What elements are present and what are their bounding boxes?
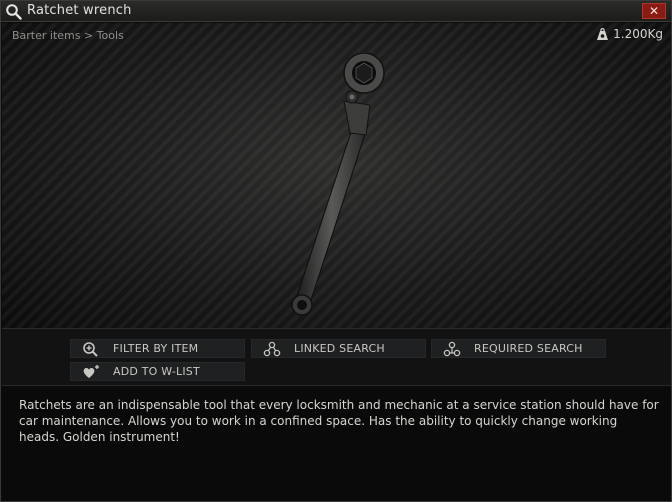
linked-nodes-icon	[263, 341, 281, 356]
title-bar[interactable]: Ratchet wrench ✕	[1, 1, 671, 22]
required-search-label: REQUIRED SEARCH	[474, 342, 583, 355]
window-title: Ratchet wrench	[27, 3, 132, 18]
linked-search-label: LINKED SEARCH	[294, 342, 385, 355]
magnifier-plus-icon	[83, 341, 98, 357]
add-to-wishlist-label: ADD TO W-LIST	[113, 365, 200, 378]
weight-icon	[597, 27, 609, 40]
item-preview: Barter items > Tools 1.200Kg	[2, 23, 671, 328]
item-inspect-window: Ratchet wrench ✕ Barter items > Tools 1.…	[0, 0, 672, 502]
add-to-wishlist-button[interactable]: ADD TO W-LIST	[70, 362, 245, 381]
filter-by-item-button[interactable]: FILTER BY ITEM	[70, 339, 245, 358]
required-nodes-icon	[443, 341, 461, 356]
item-weight: 1.200Kg	[596, 27, 663, 41]
heart-plus-icon	[83, 364, 99, 378]
required-search-button[interactable]: REQUIRED SEARCH	[431, 339, 606, 358]
linked-search-button[interactable]: LINKED SEARCH	[251, 339, 426, 358]
filter-by-item-label: FILTER BY ITEM	[113, 342, 199, 355]
search-icon	[6, 4, 22, 20]
close-button[interactable]: ✕	[642, 3, 666, 19]
weight-value: 1.200Kg	[613, 27, 663, 41]
ratchet-wrench-image	[291, 53, 385, 316]
action-bar: FILTER BY ITEM LINKED SEARCH REQUIRED SE…	[2, 328, 671, 386]
breadcrumb[interactable]: Barter items > Tools	[12, 29, 124, 42]
item-description: Ratchets are an indispensable tool that …	[19, 398, 659, 444]
